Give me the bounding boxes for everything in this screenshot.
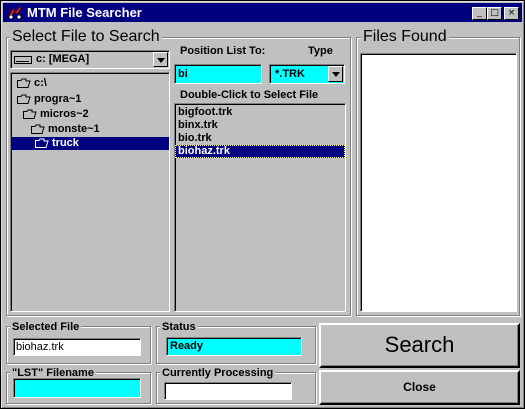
tree-item[interactable]: c:\ [17, 77, 47, 90]
status-label: Status [160, 321, 198, 333]
search-button[interactable]: Search [319, 323, 520, 368]
folder-open-icon [17, 94, 31, 105]
app-icon [8, 6, 22, 20]
files-found-list[interactable] [360, 53, 517, 312]
file-list-item[interactable]: bigfoot.trk [175, 106, 232, 119]
status-value: Ready [170, 340, 204, 352]
type-dropdown-button[interactable] [328, 66, 343, 82]
folder-open-icon [31, 124, 45, 135]
tree-item[interactable]: micros~2 [23, 108, 89, 121]
selected-file-label: Selected File [10, 321, 82, 333]
files-found-title: Files Found [361, 28, 449, 45]
folder-open-icon [17, 78, 31, 89]
file-list[interactable]: bigfoot.trk binx.trk bio.trk biohaz.trk [174, 103, 346, 312]
app-window: MTM File Searcher _ □ × Select File to S… [0, 0, 525, 409]
maximize-icon: □ [490, 8, 499, 18]
window-title: MTM File Searcher [27, 5, 142, 20]
position-input-value: bi [178, 68, 188, 80]
close-button[interactable]: Close [319, 370, 520, 405]
status-field: Ready [166, 337, 302, 356]
file-list-item-selected[interactable]: biohaz.trk [175, 145, 345, 158]
file-list-item[interactable]: bio.trk [175, 132, 212, 145]
folder-open-icon [23, 109, 37, 120]
position-label: Position List To: [180, 45, 266, 57]
close-window-button[interactable]: × [504, 7, 519, 20]
directory-tree[interactable]: c:\ progra~1 micros~2 monste~1 truck [10, 72, 170, 312]
tree-item-label: micros~2 [40, 108, 89, 120]
type-label: Type [308, 45, 333, 57]
file-list-label: Double-Click to Select File [180, 89, 319, 101]
selected-file-value: biohaz.trk [16, 341, 64, 353]
tree-item-label: progra~1 [34, 93, 82, 105]
lst-filename-input[interactable] [13, 378, 141, 398]
close-icon: × [507, 8, 516, 18]
minimize-icon: _ [477, 8, 482, 18]
minimize-button[interactable]: _ [472, 7, 487, 20]
chevron-down-icon [332, 72, 340, 77]
select-file-title: Select File to Search [10, 28, 162, 45]
drive-value: c: [MEGA] [36, 53, 90, 65]
drive-select[interactable]: c: [MEGA] [10, 50, 170, 69]
drive-dropdown-button[interactable] [153, 52, 168, 67]
currently-processing-field [164, 382, 292, 400]
position-input[interactable]: bi [174, 64, 262, 84]
currently-processing-label: Currently Processing [160, 367, 276, 379]
file-list-item[interactable]: binx.trk [175, 119, 218, 132]
title-bar[interactable]: MTM File Searcher _ □ × [3, 3, 522, 22]
tree-item-label: c:\ [34, 77, 47, 89]
drive-icon [14, 56, 32, 64]
tree-item-label: truck [52, 137, 79, 149]
selected-file-field[interactable]: biohaz.trk [13, 338, 141, 356]
type-select-value: *.TRK [275, 68, 305, 80]
tree-item[interactable]: progra~1 [17, 93, 81, 106]
type-select[interactable]: *.TRK [269, 64, 345, 84]
folder-open-icon [35, 138, 49, 149]
tree-item-label: monste~1 [48, 123, 100, 135]
maximize-button[interactable]: □ [487, 7, 502, 20]
tree-item[interactable]: monste~1 [31, 123, 100, 136]
tree-item-selected[interactable]: truck [11, 137, 169, 150]
chevron-down-icon [157, 58, 165, 63]
